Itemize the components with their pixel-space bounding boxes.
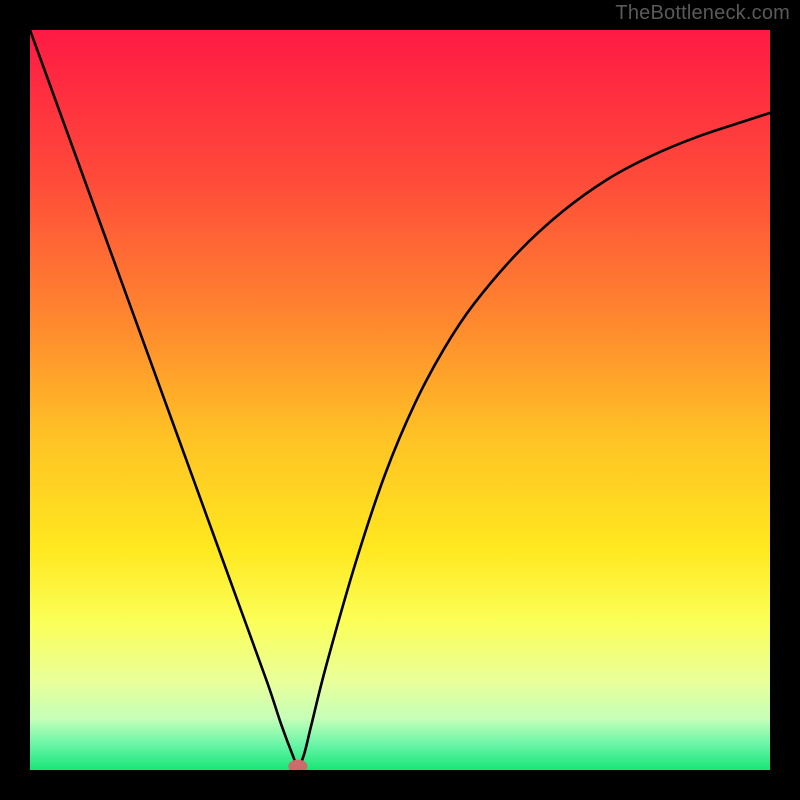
bottleneck-chart: [30, 30, 770, 770]
chart-frame: TheBottleneck.com: [0, 0, 800, 800]
plot-area: [30, 30, 770, 770]
gradient-background: [30, 30, 770, 770]
watermark-text: TheBottleneck.com: [615, 2, 790, 25]
